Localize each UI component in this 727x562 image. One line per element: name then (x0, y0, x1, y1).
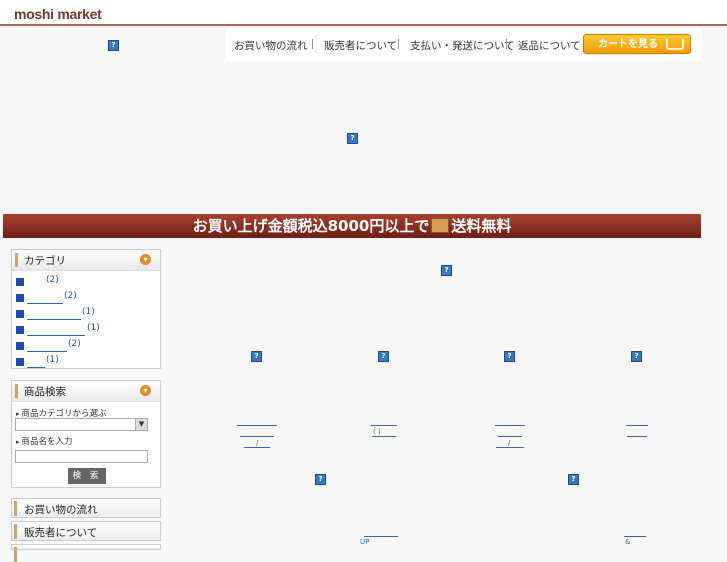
view-cart-button[interactable]: カートを見る (583, 34, 691, 54)
global-nav: お買い物の流れ 販売者について 支払い・発送について 返品について カートを見る (226, 28, 702, 61)
banner-text: お買い上げ金額税込8000円以上で (192, 217, 430, 235)
product-name-input[interactable] (15, 450, 148, 463)
bullet-icon (16, 326, 24, 334)
side-menu-seller[interactable]: 販売者について (11, 521, 161, 541)
product-link[interactable] (371, 425, 397, 426)
package-icon (431, 218, 450, 233)
product-image-icon[interactable]: ? (504, 351, 515, 362)
search-panel-header: 商品検索 ▾ (12, 381, 160, 402)
view-cart-label: カートを見る (598, 39, 658, 50)
product-link[interactable] (244, 447, 270, 448)
category-panel: カテゴリ ▾ (2) (2) (1) (1) (2) (1) (11, 249, 161, 369)
top-header: moshi market (0, 0, 727, 26)
product-name-label: 商品名を入力 (16, 435, 73, 447)
product-text: / (256, 439, 259, 447)
product-link[interactable] (624, 536, 646, 537)
broken-image-icon: ? (441, 265, 452, 276)
product-link[interactable] (495, 425, 525, 426)
side-menu-shopping-flow[interactable]: お買い物の流れ (11, 498, 161, 518)
product-image-icon[interactable]: ? (568, 474, 579, 485)
nav-item-payment-shipping[interactable]: 支払い・発送について (410, 38, 515, 53)
bullet-icon (16, 278, 24, 286)
product-link[interactable] (498, 436, 522, 437)
bullet-icon (16, 310, 24, 318)
nav-separator (398, 39, 399, 49)
site-logo[interactable]: moshi market (14, 6, 102, 22)
product-link[interactable] (627, 436, 647, 437)
broken-image-icon: ? (108, 40, 119, 51)
product-link[interactable] (364, 536, 398, 537)
collapse-icon[interactable]: ▾ (140, 385, 151, 396)
nav-item-shopping-flow[interactable]: お買い物の流れ (234, 38, 308, 53)
product-image-icon[interactable]: ? (378, 351, 389, 362)
nav-separator (312, 39, 313, 49)
product-image-icon[interactable]: ? (315, 474, 326, 485)
cart-icon (666, 39, 684, 50)
product-link[interactable] (237, 425, 277, 426)
bullet-icon (16, 294, 24, 302)
bullet-icon (16, 358, 24, 366)
bullet-icon (16, 342, 24, 350)
nav-separator (506, 39, 507, 49)
category-select[interactable]: ▼ (15, 418, 148, 431)
category-panel-title: カテゴリ (24, 255, 66, 267)
search-button[interactable]: 検 索 (68, 468, 106, 484)
product-image-icon[interactable]: ? (251, 351, 262, 362)
product-link[interactable] (372, 436, 396, 437)
free-shipping-banner: お買い上げ金額税込8000円以上で 送料無料 (3, 214, 701, 238)
search-panel: 商品検索 ▾ 商品カテゴリから選ぶ ▼ 商品名を入力 検 索 (11, 380, 161, 488)
search-panel-title: 商品検索 (24, 386, 66, 398)
collapse-icon[interactable]: ▾ (140, 254, 151, 265)
nav-item-seller[interactable]: 販売者について (324, 38, 397, 53)
banner-text-free: 送料無料 (451, 217, 512, 235)
chevron-down-icon: ▼ (135, 419, 147, 430)
product-text: / (508, 439, 511, 447)
product-image-icon[interactable]: ? (631, 351, 642, 362)
product-link[interactable] (496, 447, 524, 448)
nav-item-returns[interactable]: 返品について (518, 38, 581, 53)
product-link[interactable] (240, 436, 274, 437)
category-panel-header: カテゴリ ▾ (12, 250, 160, 271)
product-text: ( ) (373, 428, 381, 436)
broken-image-icon: ? (347, 133, 358, 144)
product-link[interactable] (626, 425, 648, 426)
